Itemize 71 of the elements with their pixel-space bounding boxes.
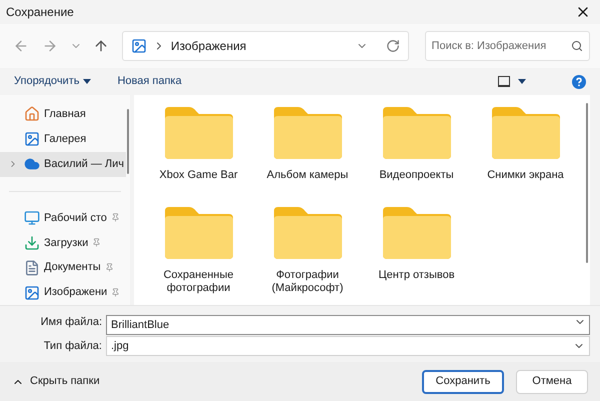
folder-icon bbox=[272, 105, 344, 161]
file-type-select[interactable]: .jpg bbox=[106, 336, 590, 356]
sidebar-item[interactable]: Загрузки bbox=[0, 230, 126, 256]
home-icon bbox=[24, 106, 40, 122]
document-icon bbox=[24, 260, 40, 276]
cancel-button[interactable]: Отмена bbox=[516, 370, 588, 394]
desktop-icon bbox=[24, 210, 40, 226]
folder-icon bbox=[272, 205, 344, 261]
folder-label: Альбом камеры bbox=[266, 169, 350, 182]
sidebar-label: Василий — Лич bbox=[44, 156, 124, 172]
hide-folders-button[interactable]: Скрыть папки bbox=[12, 373, 100, 390]
pictures-icon bbox=[130, 38, 147, 54]
address-bar[interactable]: Изображения bbox=[122, 31, 409, 61]
folder-item[interactable]: Центр отзывов bbox=[362, 205, 471, 301]
scrollbar-thumb[interactable] bbox=[586, 103, 588, 263]
search-field[interactable]: Поиск в: Изображения bbox=[424, 31, 590, 61]
file-type-label: Тип файла: bbox=[42, 338, 102, 354]
dropdown-caret-icon bbox=[518, 79, 526, 84]
folder-icon bbox=[162, 105, 234, 161]
download-icon bbox=[24, 234, 40, 251]
pictures-icon bbox=[24, 284, 40, 301]
sidebar-item[interactable]: Изображени bbox=[0, 280, 126, 305]
pin-icon bbox=[92, 238, 102, 248]
address-path: Изображения bbox=[170, 38, 248, 55]
sidebar-item[interactable]: Рабочий сто bbox=[0, 206, 126, 230]
folder-icon bbox=[162, 205, 234, 261]
sidebar-label: Изображени bbox=[44, 285, 108, 300]
sidebar-label: Загрузки bbox=[44, 236, 88, 251]
sidebar-label: Главная bbox=[44, 107, 86, 122]
cloud-icon bbox=[24, 156, 40, 172]
folder-item[interactable]: Сохраненные фотографии bbox=[144, 205, 253, 301]
folder-item[interactable]: Xbox Game Bar bbox=[144, 105, 253, 201]
back-arrow-icon bbox=[12, 38, 29, 54]
folder-item[interactable]: Альбом камеры bbox=[253, 105, 362, 201]
scrollbar-thumb[interactable] bbox=[127, 109, 129, 174]
window-title: Сохранение bbox=[6, 4, 74, 21]
folder-icon bbox=[380, 205, 452, 261]
gallery-icon bbox=[24, 131, 40, 148]
folder-label: Xbox Game Bar bbox=[158, 169, 239, 182]
sidebar-label: Галерея bbox=[44, 132, 86, 148]
refresh-icon[interactable] bbox=[386, 39, 400, 53]
help-icon bbox=[572, 74, 586, 88]
sidebar-item[interactable]: Главная bbox=[0, 102, 126, 127]
view-button[interactable] bbox=[498, 76, 526, 87]
folder-label: Центр отзывов bbox=[377, 269, 456, 282]
organize-button[interactable]: Упорядочить bbox=[14, 73, 92, 90]
folder-label: Видеопроекты bbox=[378, 169, 455, 182]
new-folder-button[interactable]: Новая папка bbox=[117, 73, 182, 90]
folder-item[interactable]: Снимки экрана bbox=[471, 105, 580, 201]
folder-label: Сохраненные фотографии bbox=[162, 269, 235, 295]
folder-icon bbox=[380, 105, 452, 161]
folder-item[interactable]: Фотографии (Майкрософт) bbox=[253, 205, 362, 301]
dropdown-caret-icon bbox=[83, 79, 92, 84]
folder-label: Снимки экрана bbox=[486, 169, 565, 182]
file-name-label: Имя файла: bbox=[40, 314, 102, 330]
sidebar-item[interactable]: Галерея bbox=[0, 126, 126, 152]
folder-item[interactable]: Видеопроекты bbox=[362, 105, 471, 201]
sidebar-label: Документы bbox=[44, 260, 101, 276]
save-button[interactable]: Сохранить bbox=[422, 370, 504, 394]
pin-icon bbox=[110, 213, 120, 222]
pin-icon bbox=[111, 288, 120, 298]
folder-label: Фотографии (Майкрософт) bbox=[270, 269, 344, 295]
sidebar-item[interactable]: Документы bbox=[0, 255, 126, 280]
view-icon bbox=[498, 76, 510, 87]
folder-icon bbox=[490, 105, 562, 161]
sidebar-item[interactable]: Василий — Лич bbox=[0, 152, 126, 177]
pin-icon bbox=[104, 263, 114, 272]
help-button[interactable] bbox=[572, 74, 586, 88]
sidebar-label: Рабочий сто bbox=[44, 210, 107, 226]
search-icon bbox=[571, 40, 584, 52]
file-name-field[interactable]: BrilliantBlue bbox=[106, 315, 590, 335]
